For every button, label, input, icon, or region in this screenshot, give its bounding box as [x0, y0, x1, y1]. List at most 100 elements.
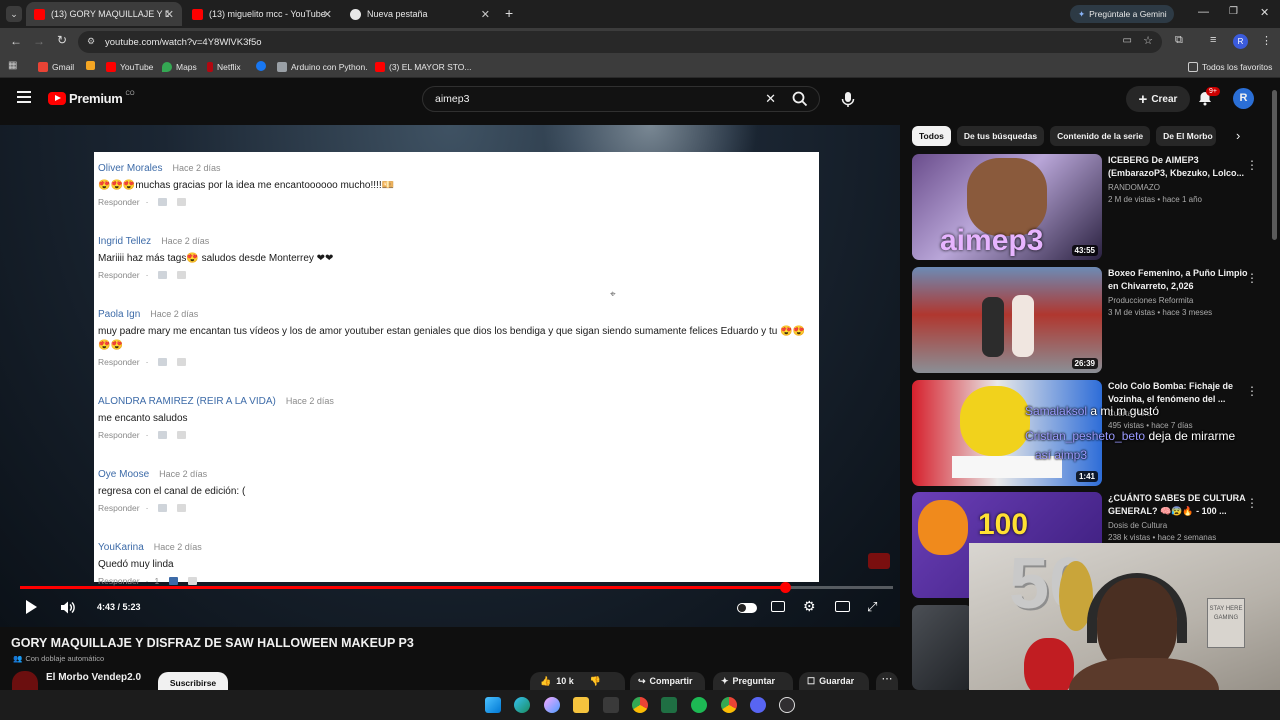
autoplay-toggle[interactable]: [737, 603, 757, 613]
thumb-down-icon: [177, 358, 187, 366]
create-button[interactable]: + Crear: [1126, 86, 1190, 112]
channel-name[interactable]: Producciones Reformita: [1108, 296, 1248, 305]
subtitles-icon[interactable]: [771, 601, 785, 612]
video-thumbnail[interactable]: 26:39: [912, 267, 1102, 373]
windows-start-icon[interactable]: [485, 697, 501, 713]
recommendation-item[interactable]: 26:39 Boxeo Femenino, a Puño Limpio en C…: [912, 267, 1268, 373]
voice-search-icon[interactable]: [836, 87, 860, 111]
arduino-icon: [277, 62, 287, 72]
recommendation-item[interactable]: aimep3 43:55 ICEBERG De AIMEP3 (Embarazo…: [912, 154, 1268, 260]
video-meta: 238 k vistas • hace 2 semanas: [1108, 533, 1217, 542]
video-thumbnail[interactable]: aimep3 43:55: [912, 154, 1102, 260]
gemini-button[interactable]: ✦ Pregúntale a Gemini: [1070, 5, 1174, 23]
chips-next-icon[interactable]: ›: [1236, 128, 1240, 143]
profile-avatar[interactable]: R: [1233, 34, 1248, 49]
chip-serie[interactable]: Contenido de la serie: [1050, 126, 1151, 146]
youtube-premium-logo[interactable]: Premium CO: [48, 91, 135, 106]
search-icon[interactable]: [791, 90, 809, 108]
filter-chips: Todos De tus búsquedas Contenido de la s…: [912, 126, 1217, 148]
new-tab-icon[interactable]: +: [505, 5, 513, 21]
video-player[interactable]: Oliver Morales Hace 2 días 😍😍😍muchas grac…: [0, 125, 900, 627]
hamburger-menu-icon[interactable]: [17, 91, 31, 103]
close-tab-icon[interactable]: ✕: [323, 8, 332, 21]
discord-icon[interactable]: [750, 697, 766, 713]
apps-grid-icon[interactable]: ▦: [8, 60, 17, 71]
obs-icon[interactable]: [779, 697, 795, 713]
bookmark-el-mayor[interactable]: (3) EL MAYOR STO...: [375, 60, 472, 74]
tab-miguelito[interactable]: (13) miguelito mcc - YouTube ✕: [184, 2, 340, 26]
fullscreen-icon[interactable]: ⤢: [867, 599, 877, 615]
progress-bar[interactable]: [20, 582, 893, 593]
channel-name[interactable]: Dosis de Cultura: [1108, 521, 1248, 530]
channel-name[interactable]: El Morbo Vendep2.0: [46, 672, 141, 683]
maximize-icon[interactable]: ❐: [1229, 6, 1238, 17]
channel-avatar[interactable]: [12, 671, 38, 690]
bookmark-youtube[interactable]: YouTube: [106, 60, 153, 74]
close-tab-icon[interactable]: ✕: [165, 8, 174, 21]
media-icon[interactable]: ≡: [1210, 34, 1216, 46]
volume-icon[interactable]: [59, 599, 76, 616]
chip-busquedas[interactable]: De tus búsquedas: [956, 126, 1045, 146]
calculator-icon[interactable]: [603, 697, 619, 713]
theater-mode-icon[interactable]: [835, 601, 850, 612]
forward-icon[interactable]: →: [33, 34, 45, 48]
video-title[interactable]: ¿CUÁNTO SABES DE CULTURA GENERAL? 🧠😰🔥 - …: [1108, 492, 1248, 518]
more-options-icon[interactable]: ⋮: [1246, 496, 1258, 510]
subscribe-button[interactable]: Suscribirse: [158, 672, 228, 690]
file-explorer-icon[interactable]: [573, 697, 589, 713]
bookmark-arduino[interactable]: Arduino con Python.: [277, 60, 368, 74]
progress-scrubber[interactable]: [779, 582, 791, 593]
save-label: Guardar: [819, 676, 855, 686]
search-input[interactable]: aimep3 ✕: [422, 86, 820, 112]
share-button[interactable]: ↪ Compartir: [630, 672, 705, 690]
bookmark-gmail[interactable]: Gmail: [38, 60, 74, 74]
bookmark-netflix[interactable]: Netflix: [207, 60, 241, 74]
save-button[interactable]: ☐ Guardar: [799, 672, 869, 690]
site-info-icon[interactable]: ⚙: [87, 36, 95, 47]
more-options-icon[interactable]: ⋮: [1246, 158, 1258, 172]
chip-todos[interactable]: Todos: [912, 126, 951, 146]
minimize-icon[interactable]: —: [1198, 6, 1209, 18]
avatar-initial: R: [1239, 92, 1248, 104]
app-icon[interactable]: [661, 697, 677, 713]
tab-gory-maquillaje[interactable]: (13) GORY MAQUILLAJE Y DISFR ✕: [26, 2, 182, 26]
page-scrollbar[interactable]: [1272, 90, 1277, 240]
address-bar[interactable]: ⚙ youtube.com/watch?v=4Y8WlVK3f5o ▭ ☆: [78, 31, 1162, 53]
chrome-profile-icon[interactable]: [721, 697, 737, 713]
video-title[interactable]: Boxeo Femenino, a Puño Limpio en Chivarr…: [1108, 267, 1248, 293]
chrome-icon[interactable]: [632, 697, 648, 713]
more-actions-icon[interactable]: ⋯: [876, 672, 898, 690]
all-bookmarks[interactable]: Todos los favoritos: [1188, 60, 1272, 74]
channel-name[interactable]: RANDOMAZO: [1108, 183, 1248, 192]
close-tab-icon[interactable]: ✕: [481, 8, 490, 21]
comment-text: Quedó muy linda: [98, 559, 174, 570]
chrome-menu-icon[interactable]: ⋮: [1261, 34, 1272, 47]
extensions-icon[interactable]: ⧉: [1175, 34, 1183, 47]
cast-icon[interactable]: ▭: [1123, 35, 1132, 46]
copilot-icon[interactable]: [544, 697, 560, 713]
like-icon[interactable]: 👍: [540, 676, 551, 687]
spotify-icon[interactable]: [691, 697, 707, 713]
reload-icon[interactable]: ↻: [57, 33, 67, 47]
more-options-icon[interactable]: ⋮: [1246, 384, 1258, 398]
account-avatar[interactable]: R: [1233, 88, 1254, 109]
bookmark-label: Maps: [176, 62, 197, 72]
video-title[interactable]: Colo Colo Bomba: Fichaje de Vozinha, el …: [1108, 380, 1248, 406]
bookmark-maps[interactable]: Maps: [162, 60, 197, 74]
clear-search-icon[interactable]: ✕: [765, 91, 776, 107]
back-icon[interactable]: ←: [10, 34, 22, 48]
recommendation-thumbnail-partial[interactable]: [912, 605, 972, 690]
dislike-icon[interactable]: 👎: [590, 676, 601, 687]
ask-button[interactable]: ✦ Preguntar: [713, 672, 793, 690]
play-icon[interactable]: [26, 600, 37, 614]
edge-icon[interactable]: [514, 697, 530, 713]
tab-nueva-pestana[interactable]: Nueva pestaña ✕: [342, 2, 498, 26]
tab-search-icon[interactable]: ⌄: [6, 6, 22, 22]
chip-el-morbo[interactable]: De El Morbo: [1156, 126, 1217, 146]
settings-gear-icon[interactable]: ⚙: [803, 598, 816, 615]
more-options-icon[interactable]: ⋮: [1246, 271, 1258, 285]
bookmark-star-icon[interactable]: ☆: [1143, 34, 1153, 47]
video-title[interactable]: ICEBERG De AIMEP3 (EmbarazoP3, Kbezuko, …: [1108, 154, 1248, 180]
facebook-icon[interactable]: [256, 61, 266, 71]
close-window-icon[interactable]: ✕: [1260, 6, 1269, 19]
